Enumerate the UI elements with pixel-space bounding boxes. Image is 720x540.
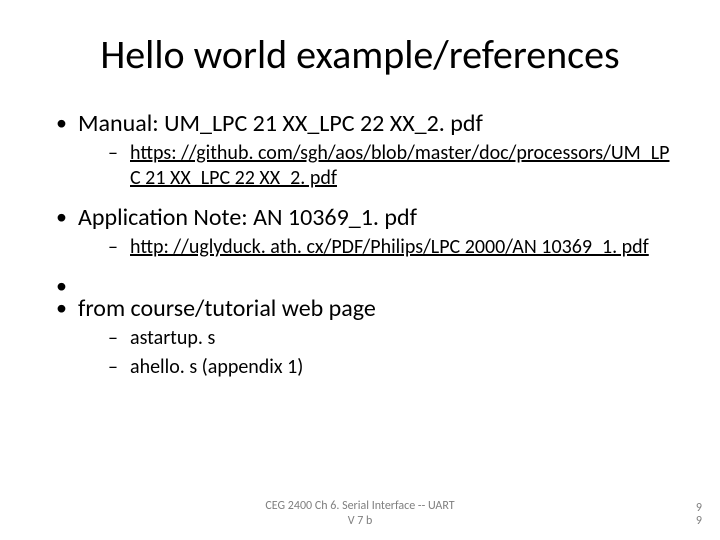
manual-link[interactable]: https: //github. com/sgh/aos/blob/master… xyxy=(130,141,669,190)
bullet-appnote: Application Note: AN 10369_1. pdf http: … xyxy=(50,203,670,260)
page-number: 9 9 xyxy=(696,502,702,528)
bullet-appnote-link-item: http: //uglyduck. ath. cx/PDF/Philips/LP… xyxy=(78,235,670,260)
appnote-link[interactable]: http: //uglyduck. ath. cx/PDF/Philips/LP… xyxy=(130,235,649,259)
bullet-course: from course/tutorial web page astartup. … xyxy=(50,294,670,380)
course-item-ahello: ahello. s (appendix 1) xyxy=(78,355,670,380)
bullet-list: Manual: UM_LPC 21 XX_LPC 22 XX_2. pdf ht… xyxy=(50,109,670,380)
bullet-appnote-sublist: http: //uglyduck. ath. cx/PDF/Philips/LP… xyxy=(78,235,670,260)
bullet-course-sublist: astartup. s ahello. s (appendix 1) xyxy=(78,326,670,380)
footer-line2: V 7 b xyxy=(348,514,373,528)
bullet-appnote-label: Application Note: AN 10369_1. pdf xyxy=(78,203,417,232)
slide-title: Hello world example/references xyxy=(50,30,670,79)
course-item-astartup: astartup. s xyxy=(78,326,670,351)
spacer xyxy=(50,272,670,290)
page-number-bottom: 9 xyxy=(696,514,702,528)
footer-line1: CEG 2400 Ch 6. Serial Interface -- UART xyxy=(265,499,454,513)
slide: Hello world example/references Manual: U… xyxy=(0,0,720,540)
slide-footer: CEG 2400 Ch 6. Serial Interface -- UART … xyxy=(0,499,720,528)
page-number-top: 9 xyxy=(696,501,702,515)
bullet-manual-sublist: https: //github. com/sgh/aos/blob/master… xyxy=(78,141,670,191)
bullet-manual: Manual: UM_LPC 21 XX_LPC 22 XX_2. pdf ht… xyxy=(50,109,670,191)
bullet-course-label: from course/tutorial web page xyxy=(78,294,376,323)
bullet-manual-label: Manual: UM_LPC 21 XX_LPC 22 XX_2. pdf xyxy=(78,109,483,138)
bullet-manual-link-item: https: //github. com/sgh/aos/blob/master… xyxy=(78,141,670,191)
